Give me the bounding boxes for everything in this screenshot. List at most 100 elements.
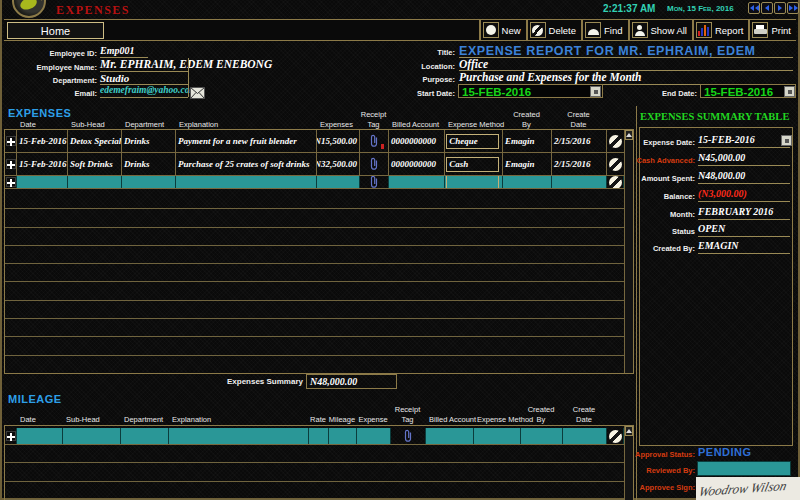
cell-explanation[interactable]: Payment for a new fruit blender bbox=[176, 136, 297, 146]
cell-expense-method[interactable]: Cash bbox=[446, 157, 498, 172]
paperclip-icon bbox=[370, 134, 378, 148]
cell-expense-method[interactable]: Cheque bbox=[446, 134, 498, 149]
cell-expenses[interactable]: N15,500.00 bbox=[317, 136, 359, 146]
purpose-label: Purpose: bbox=[422, 75, 455, 84]
expense-date-value[interactable]: 15-FEB-2016 bbox=[698, 134, 755, 145]
cell-date[interactable]: 15-Feb-2016 bbox=[17, 136, 67, 146]
employee-id-value[interactable]: Emp001 bbox=[100, 45, 134, 56]
expense-date-picker-button[interactable] bbox=[781, 135, 792, 146]
cell-receipt-tag[interactable] bbox=[360, 176, 389, 188]
end-date-value[interactable]: 15-FEB-2016 bbox=[704, 86, 773, 98]
next-record-button[interactable] bbox=[774, 2, 786, 14]
find-button[interactable]: Find bbox=[581, 20, 627, 40]
cell-created-by[interactable]: Emagin bbox=[503, 159, 535, 169]
expenses-summary-value: N48,000.00 bbox=[310, 376, 357, 387]
mileage-row-new[interactable] bbox=[5, 428, 633, 445]
send-email-button[interactable] bbox=[190, 85, 205, 103]
cell-department[interactable]: Drinks bbox=[122, 136, 150, 146]
reviewed-by-field[interactable] bbox=[697, 461, 791, 476]
row-drag-handle[interactable] bbox=[5, 130, 17, 152]
show-all-button[interactable]: Show All bbox=[628, 20, 692, 40]
record-navigation bbox=[748, 2, 799, 14]
employee-name-label: Employee Name: bbox=[37, 63, 97, 72]
col-date: Date bbox=[16, 415, 62, 424]
cell-expense-method[interactable] bbox=[446, 176, 498, 188]
purpose-value[interactable]: Purchase and Expenses for the Month bbox=[459, 71, 641, 83]
col-mileage: Mileage bbox=[328, 415, 356, 424]
col-created-by: Created By bbox=[502, 110, 551, 129]
summary-panel-title: EXPENSES SUMMARY TABLE bbox=[640, 111, 789, 122]
edit-row-button[interactable] bbox=[607, 176, 624, 188]
edit-row-button[interactable] bbox=[607, 130, 624, 152]
cell-sub-head[interactable]: Soft Drinks bbox=[68, 159, 113, 169]
report-button[interactable]: Report bbox=[692, 20, 749, 40]
edit-icon bbox=[609, 135, 622, 148]
mileage-scrollbar[interactable] bbox=[624, 426, 633, 500]
col-receipt-tag: Receipt Tag bbox=[359, 110, 388, 129]
delete-button[interactable]: Delete bbox=[526, 20, 581, 40]
row-drag-handle[interactable] bbox=[5, 176, 17, 188]
end-date-picker-button[interactable] bbox=[784, 86, 795, 97]
department-value[interactable]: Studio bbox=[100, 72, 129, 84]
row-drag-handle[interactable] bbox=[5, 153, 17, 175]
balance-value[interactable]: (N3,000.00) bbox=[698, 188, 747, 199]
col-sub-head: Sub-Head bbox=[67, 120, 121, 129]
cell-receipt-tag[interactable] bbox=[391, 428, 426, 444]
col-department: Department bbox=[120, 415, 168, 424]
scroll-up-icon[interactable] bbox=[625, 426, 633, 436]
print-button[interactable]: Print bbox=[748, 20, 796, 40]
cell-department[interactable]: Drinks bbox=[122, 159, 150, 169]
mileage-table-header: Date Sub-Head Department Explanation Rat… bbox=[4, 405, 634, 424]
cell-date[interactable]: 15-Feb-2016 bbox=[17, 159, 67, 169]
print-icon bbox=[752, 22, 768, 38]
find-icon bbox=[585, 22, 601, 38]
col-create-date: Create Date bbox=[562, 405, 606, 424]
last-record-button[interactable] bbox=[787, 2, 799, 14]
first-record-button[interactable] bbox=[748, 2, 760, 14]
expense-row-new[interactable] bbox=[5, 176, 633, 189]
approvee-signature-field[interactable]: Woodrow Wilson bbox=[696, 477, 800, 500]
expense-row-2[interactable]: 15-Feb-2016 Soft Drinks Drinks Purchase … bbox=[5, 153, 633, 176]
previous-record-button[interactable] bbox=[761, 2, 773, 14]
col-expenses: Expenses bbox=[316, 120, 359, 129]
clock-date: Mon, 15 Feb, 2016 bbox=[667, 4, 734, 13]
cell-create-date[interactable]: 2/15/2016 bbox=[552, 159, 591, 169]
cell-expenses[interactable]: N32,500.00 bbox=[317, 159, 359, 169]
cell-explanation[interactable]: Purchase of 25 crates of soft drinks bbox=[176, 159, 310, 169]
col-date: Date bbox=[16, 120, 67, 129]
row-drag-handle[interactable] bbox=[5, 428, 17, 444]
cell-receipt-tag[interactable] bbox=[360, 153, 389, 175]
start-date-label: Start Date: bbox=[417, 89, 455, 98]
cell-billed-account[interactable]: 0000000000 bbox=[389, 159, 436, 169]
expenses-scrollbar[interactable] bbox=[624, 130, 633, 373]
col-expense-method: Expense Method bbox=[444, 120, 502, 129]
envelope-icon bbox=[190, 87, 205, 99]
move-icon bbox=[6, 136, 16, 146]
employee-name-value[interactable]: Mr. EPHRAIM, EDEM ENEBONG bbox=[100, 58, 272, 70]
col-create-date: Create Date bbox=[551, 110, 606, 129]
status-value[interactable]: OPEN bbox=[698, 223, 725, 234]
expense-row-1[interactable]: 15-Feb-2016 Detox Special Drinks Payment… bbox=[5, 130, 633, 153]
col-rate: Rate bbox=[308, 415, 328, 424]
new-button[interactable]: New bbox=[479, 20, 526, 40]
report-title-value[interactable]: EXPENSE REPORT FOR MR. EPHRAIM, EDEM bbox=[459, 44, 756, 58]
scroll-up-icon[interactable] bbox=[625, 130, 633, 140]
edit-row-button[interactable] bbox=[607, 153, 624, 175]
start-date-picker-button[interactable] bbox=[590, 86, 601, 97]
cell-create-date[interactable]: 2/15/2016 bbox=[552, 136, 591, 146]
amount-spent-value[interactable]: N48,000.00 bbox=[698, 170, 745, 181]
cell-created-by[interactable]: Emagin bbox=[503, 136, 535, 146]
home-button[interactable]: Home bbox=[7, 22, 104, 39]
edit-icon bbox=[609, 430, 622, 443]
panel-created-by-value[interactable]: EMAGIN bbox=[698, 240, 739, 251]
cash-advanced-value[interactable]: N45,000.00 bbox=[698, 152, 745, 163]
month-value[interactable]: FEBRUARY 2016 bbox=[698, 206, 773, 217]
edit-icon bbox=[609, 158, 622, 171]
edit-row-button[interactable] bbox=[607, 428, 624, 444]
cell-receipt-tag[interactable] bbox=[360, 130, 389, 152]
location-value[interactable]: Office bbox=[459, 58, 488, 70]
start-date-value[interactable]: 15-FEB-2016 bbox=[462, 86, 531, 98]
cell-sub-head[interactable]: Detox Special bbox=[68, 136, 121, 146]
cell-billed-account[interactable]: 0000000000 bbox=[389, 136, 436, 146]
email-value[interactable]: edemefraim@yahoo.com bbox=[100, 85, 197, 95]
